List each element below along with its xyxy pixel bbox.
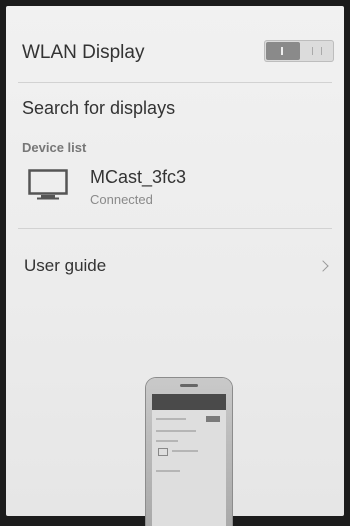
device-list-item[interactable]: MCast_3fc3 Connected	[18, 161, 334, 221]
phone-text-line	[172, 450, 198, 452]
toggle-off-mark	[312, 47, 322, 55]
user-guide-row[interactable]: User guide	[6, 246, 344, 286]
phone-screen	[152, 394, 226, 526]
page-title: WLAN Display	[22, 42, 145, 63]
device-name: MCast_3fc3	[90, 167, 187, 187]
chevron-right-icon	[317, 260, 329, 272]
phone-text-line	[156, 430, 196, 432]
wlan-display-row: WLAN Display	[6, 32, 344, 76]
divider	[18, 82, 332, 83]
device-status: Connected	[90, 192, 153, 207]
wlan-display-toggle[interactable]	[264, 40, 334, 62]
phone-text-line	[156, 440, 178, 442]
phone-toggle	[206, 416, 220, 422]
search-for-displays[interactable]: Search for displays	[22, 98, 175, 119]
toggle-knob	[266, 42, 300, 60]
user-guide-label: User guide	[24, 256, 107, 275]
divider	[18, 228, 332, 229]
phone-speaker	[180, 384, 198, 387]
phone-in-photo	[146, 378, 232, 526]
phone-text-line	[156, 418, 186, 420]
phone-title-bar	[152, 394, 226, 410]
monitor-icon	[28, 169, 68, 200]
phone-monitor-icon	[158, 448, 168, 456]
phone-text-line	[156, 470, 180, 472]
device-list-header: Device list	[22, 140, 87, 155]
